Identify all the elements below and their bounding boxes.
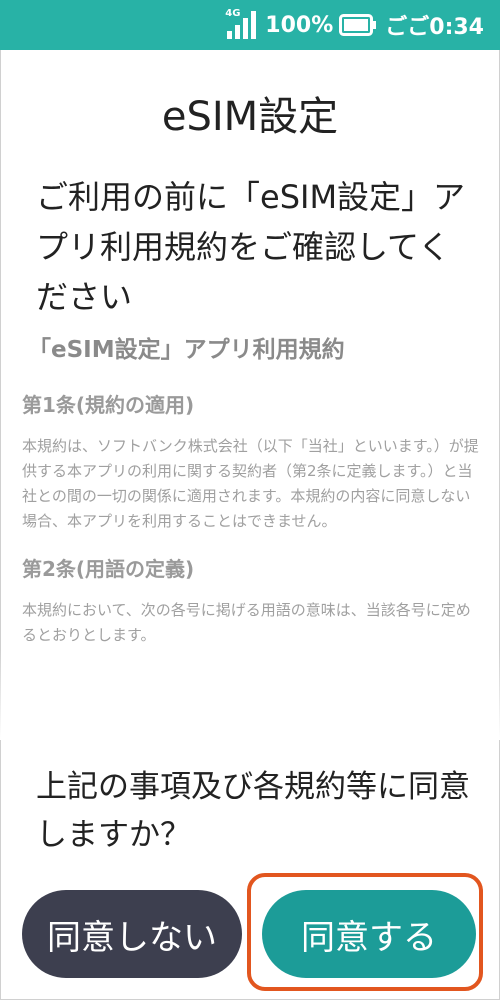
terms-scroll-area[interactable]: 「eSIM設定」アプリ利用規約 第1条(規約の適用) 本規約は、ソフトバンク株式… <box>22 330 482 740</box>
agree-button[interactable]: 同意する <box>262 890 476 978</box>
terms-title: 「eSIM設定」アプリ利用規約 <box>28 337 345 363</box>
decline-button[interactable]: 同意しない <box>22 890 242 978</box>
article-1-body: 本規約は、ソフトバンク株式会社（以下「当社」といいます。）が提供する本アプリの利… <box>22 437 479 530</box>
agreement-question: 上記の事項及び各規約等に同意しますか？ <box>36 769 470 853</box>
battery-percent: 100% <box>265 12 334 38</box>
signal-icon: 4G <box>225 9 259 41</box>
clock: ごご0:34 <box>385 15 484 40</box>
battery-icon <box>339 14 377 36</box>
article-2-body: 本規約において、次の各号に掲げる用語の意味は、当該各号に定めるとおりとします。 <box>22 601 471 644</box>
status-bar: 4G 100% ごご0:34 <box>0 0 500 50</box>
page-title: eSIM設定 <box>161 94 339 140</box>
article-1-title: 第1条(規約の適用) <box>22 393 195 417</box>
confirmation-heading: ご利用の前に「eSIM設定」アプリ利用規約をご確認してください <box>36 178 466 316</box>
article-2-title: 第2条(用語の定義) <box>22 557 195 581</box>
